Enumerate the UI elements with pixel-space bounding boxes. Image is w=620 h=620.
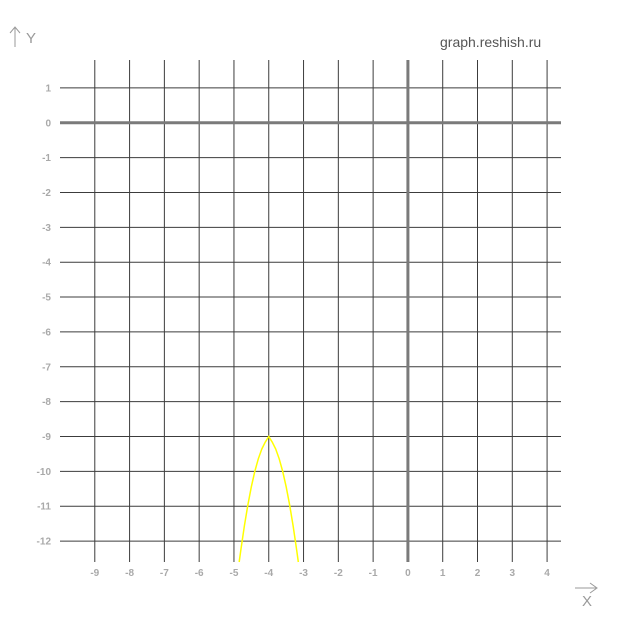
y-tick-label: -2	[42, 188, 51, 199]
y-tick-label: 0	[45, 118, 51, 129]
y-tick-label: -12	[37, 537, 52, 548]
y-tick-label: 1	[45, 83, 51, 94]
y-axis-name: Y	[26, 30, 37, 47]
x-tick-label: -7	[160, 568, 169, 579]
y-tick-label: -9	[42, 432, 51, 443]
x-axis-name: X	[582, 593, 593, 610]
watermark: graph.reshish.ru	[440, 34, 542, 50]
y-tick-label: -8	[42, 397, 51, 408]
x-tick-label: -3	[299, 568, 308, 579]
y-axis-arrow-icon	[9, 26, 21, 47]
x-tick-label: -9	[90, 568, 99, 579]
y-tick-label: -5	[42, 293, 51, 304]
x-tick-label: -4	[264, 568, 273, 579]
x-tick-label: 3	[510, 568, 516, 579]
axes	[60, 60, 561, 562]
y-tick-label: -10	[37, 467, 52, 478]
x-tick-label: -5	[230, 568, 239, 579]
x-tick-label: 0	[405, 568, 411, 579]
function-graph: -9 -8 -7 -6 -5 -4 -3 -2 -1 0 1 2 3 410-1-2-3-4-5-6-7-…	[37, 60, 561, 579]
grid-lines	[60, 60, 561, 562]
x-tick-label: -8	[125, 568, 134, 579]
y-tick-label: -3	[42, 223, 51, 234]
y-tick-label: -7	[42, 362, 51, 373]
x-tick-label: -6	[195, 568, 204, 579]
y-tick-label: -6	[42, 327, 51, 338]
x-tick-label: -2	[334, 568, 343, 579]
y-tick-label: -1	[42, 153, 51, 164]
y-tick-label: -11	[37, 502, 51, 513]
x-tick-label: 4	[544, 568, 550, 579]
x-tick-label: 1	[440, 568, 446, 579]
x-tick-label: 2	[475, 568, 481, 579]
y-tick-label: -4	[42, 258, 51, 269]
x-tick-label: -1	[369, 568, 378, 579]
